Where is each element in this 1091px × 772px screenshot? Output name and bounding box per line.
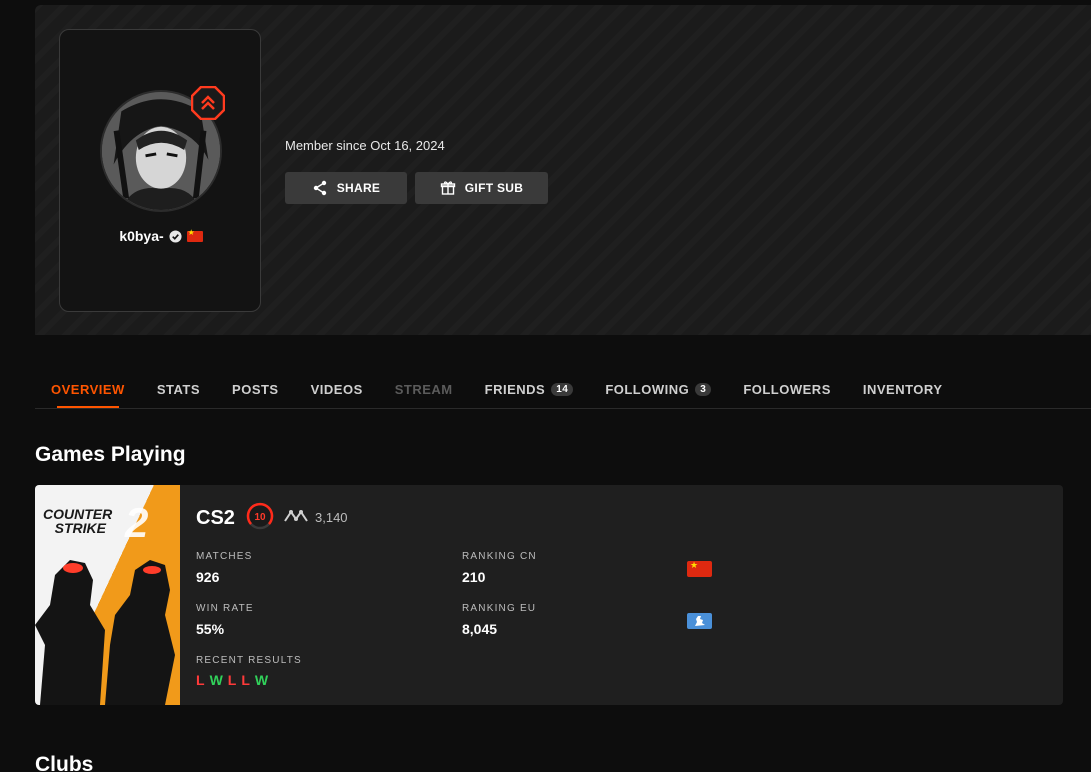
tab-videos[interactable]: VIDEOS [295,370,379,408]
clubs-title: Clubs [35,753,94,772]
level-chevron-badge-icon [191,86,225,120]
games-playing-title: Games Playing [35,443,186,466]
tab-posts[interactable]: POSTS [216,370,295,408]
result-loss: L [241,672,251,688]
result-win: W [209,672,224,688]
share-label: SHARE [336,181,381,195]
game-card-cs2[interactable]: COUNTER STRIKE 2 CS2 10 3,140 MATCHES 92… [35,485,1063,705]
game-art-title: COUNTER STRIKE [43,506,113,536]
europe-map-icon [694,616,705,626]
gift-sub-button[interactable]: GIFT SUB [415,172,548,204]
share-icon [313,180,326,196]
matches-label: MATCHES [196,551,253,562]
profile-card: k0bya- [59,29,261,312]
tab-following[interactable]: FOLLOWING 3 [589,370,727,408]
tab-friends[interactable]: FRIENDS 14 [469,370,590,408]
tab-label: INVENTORY [862,381,943,397]
ranking-eu-value: 8,045 [462,621,498,637]
tab-label: OVERVIEW [51,381,125,397]
ranking-cn-value: 210 [462,569,486,585]
elo-value: 3,140 [315,510,348,525]
tab-inventory[interactable]: INVENTORY [847,370,959,408]
skill-level-icon: 10 [246,502,274,530]
friends-count-badge: 14 [551,382,574,396]
gift-sub-label: GIFT SUB [464,181,524,195]
username-row: k0bya- [60,228,262,244]
result-loss: L [196,672,206,688]
game-art-figures [35,560,175,705]
europe-region-icon [687,613,712,629]
tab-label: VIDEOS [310,381,363,397]
verified-check-icon [169,229,182,243]
recent-results: L W L L W [196,672,269,688]
game-name: CS2 [196,507,235,529]
tab-label: FRIENDS [484,381,546,397]
elo-trend-icon [284,510,308,522]
profile-tabs: OVERVIEW STATS POSTS VIDEOS STREAM FRIEN… [35,370,1091,409]
share-button[interactable]: SHARE [285,172,407,204]
matches-value: 926 [196,569,220,585]
tab-label: STATS [156,381,201,397]
recent-results-label: RECENT RESULTS [196,655,302,666]
result-loss: L [227,672,238,688]
tab-overview[interactable]: OVERVIEW [35,370,141,408]
gift-icon [440,181,455,195]
skill-level-value: 10 [254,512,266,523]
tab-label: FOLLOWING [605,381,690,397]
tab-label: POSTS [232,381,279,397]
member-since: Member since Oct 16, 2024 [285,138,445,153]
tab-label: STREAM [394,381,453,397]
tab-stream: STREAM [379,370,469,408]
china-flag-icon [687,560,712,577]
username[interactable]: k0bya- [119,228,163,244]
ranking-cn-label: RANKING CN [462,551,537,562]
tab-stats[interactable]: STATS [141,370,216,408]
profile-page: k0bya- Member since Oct 16, 2024 SHARE G… [0,0,1091,772]
ranking-eu-label: RANKING EU [462,603,537,614]
result-win: W [254,672,270,688]
tab-followers[interactable]: FOLLOWERS [727,370,847,408]
china-flag-icon [186,228,203,242]
win-rate-value: 55% [196,621,225,637]
game-cover-art[interactable]: COUNTER STRIKE 2 [35,485,180,705]
following-count-badge: 3 [695,382,712,396]
win-rate-label: WIN RATE [196,603,254,614]
tab-label: FOLLOWERS [743,381,831,397]
